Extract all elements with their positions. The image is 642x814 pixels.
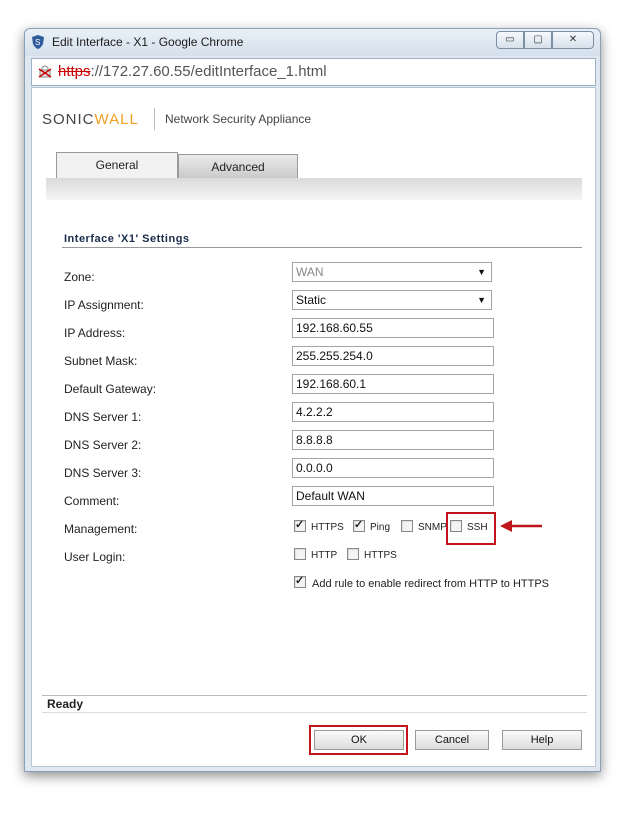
- cancel-button[interactable]: Cancel: [415, 730, 489, 750]
- user-login-http-checkbox[interactable]: [294, 548, 306, 560]
- brand-divider: [154, 108, 155, 130]
- dns-server-1-label: DNS Server 1:: [64, 410, 142, 424]
- dns-server-1-input[interactable]: 4.2.2.2: [292, 402, 494, 422]
- zone-select: WAN ▼: [292, 262, 492, 282]
- management-snmp-label: SNMP: [418, 522, 447, 533]
- title-bar: S Edit Interface - X1 - Google Chrome ▭ …: [25, 29, 600, 56]
- tab-bar-background: [46, 178, 582, 200]
- help-button[interactable]: Help: [502, 730, 582, 750]
- default-gateway-input[interactable]: 192.168.60.1: [292, 374, 494, 394]
- subnet-mask-input[interactable]: 255.255.254.0: [292, 346, 494, 366]
- ssh-highlight-box: [446, 512, 496, 545]
- redirect-checkbox[interactable]: [294, 574, 306, 588]
- window-title: Edit Interface - X1 - Google Chrome: [52, 35, 244, 49]
- user-login-http-label: HTTP: [311, 550, 338, 561]
- shield-icon: S: [32, 35, 44, 49]
- chevron-down-icon: ▼: [477, 295, 486, 305]
- section-title: Interface 'X1' Settings: [64, 233, 190, 245]
- redirect-label: Add rule to enable redirect from HTTP to…: [312, 578, 549, 590]
- user-login-https-checkbox[interactable]: [347, 548, 359, 560]
- browser-window: S Edit Interface - X1 - Google Chrome ▭ …: [24, 28, 601, 772]
- management-ping-label: Ping: [370, 522, 391, 533]
- subnet-mask-label: Subnet Mask:: [64, 354, 138, 368]
- user-login-https-label: HTTPS: [364, 550, 397, 561]
- section-divider: [62, 247, 582, 248]
- svg-text:S: S: [35, 38, 40, 47]
- brand-subtitle: Network Security Appliance: [165, 112, 312, 126]
- dns-server-3-input[interactable]: 0.0.0.0: [292, 458, 494, 478]
- arrow-left-icon: [500, 520, 542, 532]
- management-https-checkbox[interactable]: [294, 518, 306, 532]
- tab-general[interactable]: General: [56, 152, 178, 179]
- management-https-label: HTTPS: [311, 522, 344, 533]
- address-bar[interactable]: https://172.27.60.55/editInterface_1.htm…: [31, 58, 596, 86]
- chevron-down-icon: ▼: [477, 267, 486, 277]
- user-login-label: User Login:: [64, 550, 126, 564]
- ok-highlight-box: [309, 725, 408, 755]
- ip-assignment-select[interactable]: Static ▼: [292, 290, 492, 310]
- ip-address-input[interactable]: 192.168.60.55: [292, 318, 494, 338]
- comment-input[interactable]: Default WAN: [292, 486, 494, 506]
- dns-server-2-input[interactable]: 8.8.8.8: [292, 430, 494, 450]
- url-scheme: https: [58, 63, 91, 80]
- dns-server-2-label: DNS Server 2:: [64, 438, 142, 452]
- comment-label: Comment:: [64, 494, 120, 508]
- close-button[interactable]: ✕: [552, 31, 594, 49]
- url-rest: ://172.27.60.55/editInterface_1.html: [90, 63, 327, 80]
- management-ping-checkbox[interactable]: [353, 518, 365, 532]
- minimize-button[interactable]: ▭: [496, 31, 524, 49]
- ip-assignment-label: IP Assignment:: [64, 298, 144, 312]
- page-content: SONICWALL Network Security Appliance Gen…: [31, 87, 596, 767]
- tab-advanced[interactable]: Advanced: [178, 154, 298, 179]
- default-gateway-label: Default Gateway:: [64, 382, 157, 396]
- insecure-lock-icon: [38, 65, 52, 78]
- zone-label: Zone:: [64, 270, 95, 284]
- sonicwall-logo: SONICWALL: [42, 111, 139, 128]
- dns-server-3-label: DNS Server 3:: [64, 466, 142, 480]
- ip-address-label: IP Address:: [64, 326, 126, 340]
- restore-button[interactable]: ▢: [524, 31, 552, 49]
- management-label: Management:: [64, 522, 138, 536]
- management-snmp-checkbox[interactable]: [401, 520, 413, 532]
- status-bar: Ready: [42, 695, 587, 713]
- url-text: https://172.27.60.55/editInterface_1.htm…: [58, 63, 327, 80]
